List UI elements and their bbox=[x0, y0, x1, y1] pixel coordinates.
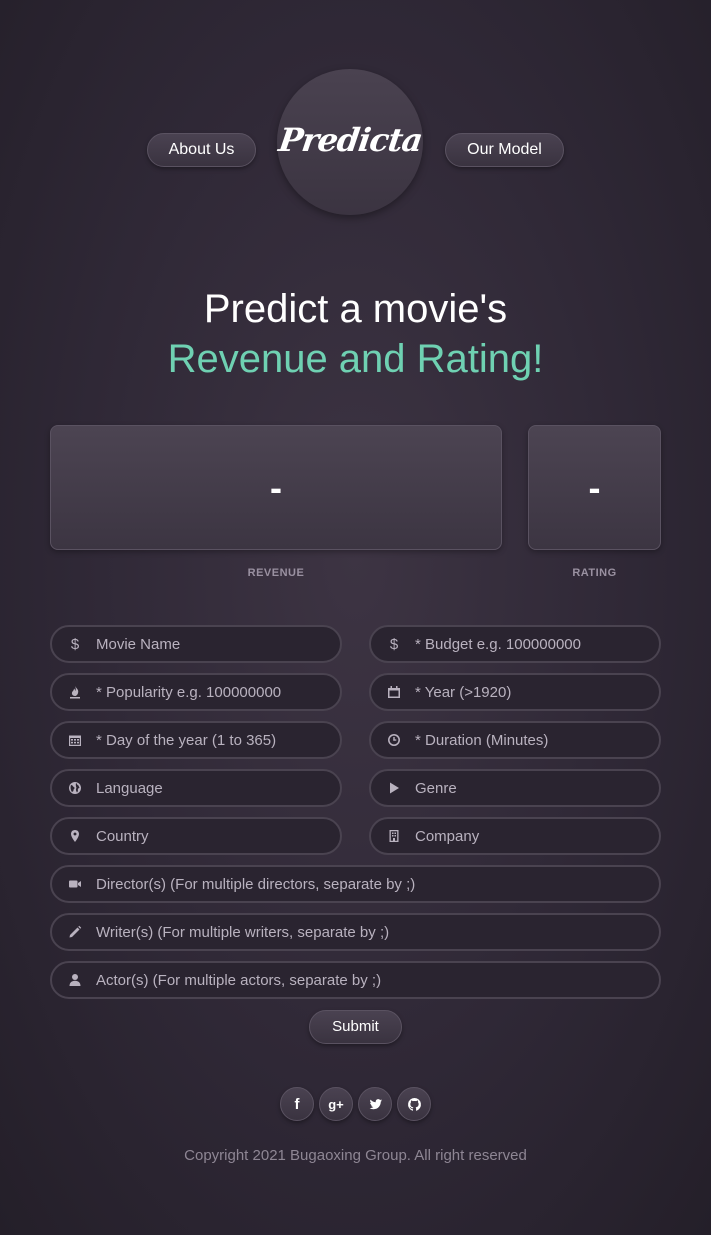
day-of-year-field bbox=[50, 721, 342, 759]
globe-icon bbox=[52, 769, 96, 807]
popularity-field bbox=[50, 673, 342, 711]
our-model-button[interactable]: Our Model bbox=[445, 133, 564, 167]
calendar-icon bbox=[371, 673, 415, 711]
rating-result-box: - bbox=[528, 425, 661, 550]
movie-name-field: $ bbox=[50, 625, 342, 663]
headline-line-2: Revenue and Rating! bbox=[167, 337, 544, 381]
popularity-input[interactable] bbox=[96, 675, 326, 709]
directors-field bbox=[50, 865, 661, 903]
user-icon bbox=[52, 961, 96, 999]
play-icon bbox=[371, 769, 415, 807]
actors-input[interactable] bbox=[96, 963, 645, 997]
dollar-icon: $ bbox=[70, 635, 80, 653]
movie-name-input[interactable] bbox=[96, 627, 326, 661]
fire-icon bbox=[52, 673, 96, 711]
revenue-result-box: - bbox=[50, 425, 502, 550]
revenue-value: - bbox=[270, 466, 282, 508]
duration-input[interactable] bbox=[415, 723, 645, 757]
writers-input[interactable] bbox=[96, 915, 645, 949]
revenue-label: REVENUE bbox=[247, 567, 305, 579]
writers-field bbox=[50, 913, 661, 951]
logo[interactable]: Predicta bbox=[275, 69, 425, 215]
year-input[interactable] bbox=[415, 675, 645, 709]
building-icon bbox=[371, 817, 415, 855]
about-us-button[interactable]: About Us bbox=[147, 133, 256, 167]
facebook-glyph: f bbox=[294, 1095, 300, 1113]
actors-field bbox=[50, 961, 661, 999]
genre-field bbox=[369, 769, 661, 807]
twitter-icon[interactable] bbox=[358, 1087, 392, 1121]
company-input[interactable] bbox=[415, 819, 645, 853]
submit-button[interactable]: Submit bbox=[309, 1010, 402, 1044]
map-marker-icon bbox=[52, 817, 96, 855]
duration-field bbox=[369, 721, 661, 759]
rating-value: - bbox=[588, 466, 601, 508]
google-plus-glyph: g+ bbox=[328, 1096, 344, 1112]
year-field bbox=[369, 673, 661, 711]
logo-text: Predicta bbox=[275, 121, 425, 159]
language-input[interactable] bbox=[96, 771, 326, 805]
country-field bbox=[50, 817, 342, 855]
google-plus-icon[interactable]: g+ bbox=[319, 1087, 353, 1121]
dollar-icon: $ bbox=[389, 635, 399, 653]
clock-icon bbox=[371, 721, 415, 759]
page-headline: Predict a movie's Revenue and Rating! bbox=[0, 284, 711, 384]
headline-line-1: Predict a movie's bbox=[203, 287, 508, 331]
budget-input[interactable] bbox=[415, 627, 645, 661]
genre-input[interactable] bbox=[415, 771, 645, 805]
video-camera-icon bbox=[52, 865, 96, 903]
top-nav: About Us Predicta Our Model bbox=[0, 0, 711, 240]
company-field bbox=[369, 817, 661, 855]
country-input[interactable] bbox=[96, 819, 326, 853]
budget-field: $ bbox=[369, 625, 661, 663]
pencil-icon bbox=[52, 913, 96, 951]
language-field bbox=[50, 769, 342, 807]
rating-label: RATING bbox=[572, 567, 617, 579]
github-icon[interactable] bbox=[397, 1087, 431, 1121]
copyright-text: Copyright 2021 Bugaoxing Group. All righ… bbox=[184, 1147, 527, 1164]
directors-input[interactable] bbox=[96, 867, 645, 901]
day-of-year-input[interactable] bbox=[96, 723, 326, 757]
facebook-icon[interactable]: f bbox=[280, 1087, 314, 1121]
calendar-grid-icon bbox=[52, 721, 96, 759]
